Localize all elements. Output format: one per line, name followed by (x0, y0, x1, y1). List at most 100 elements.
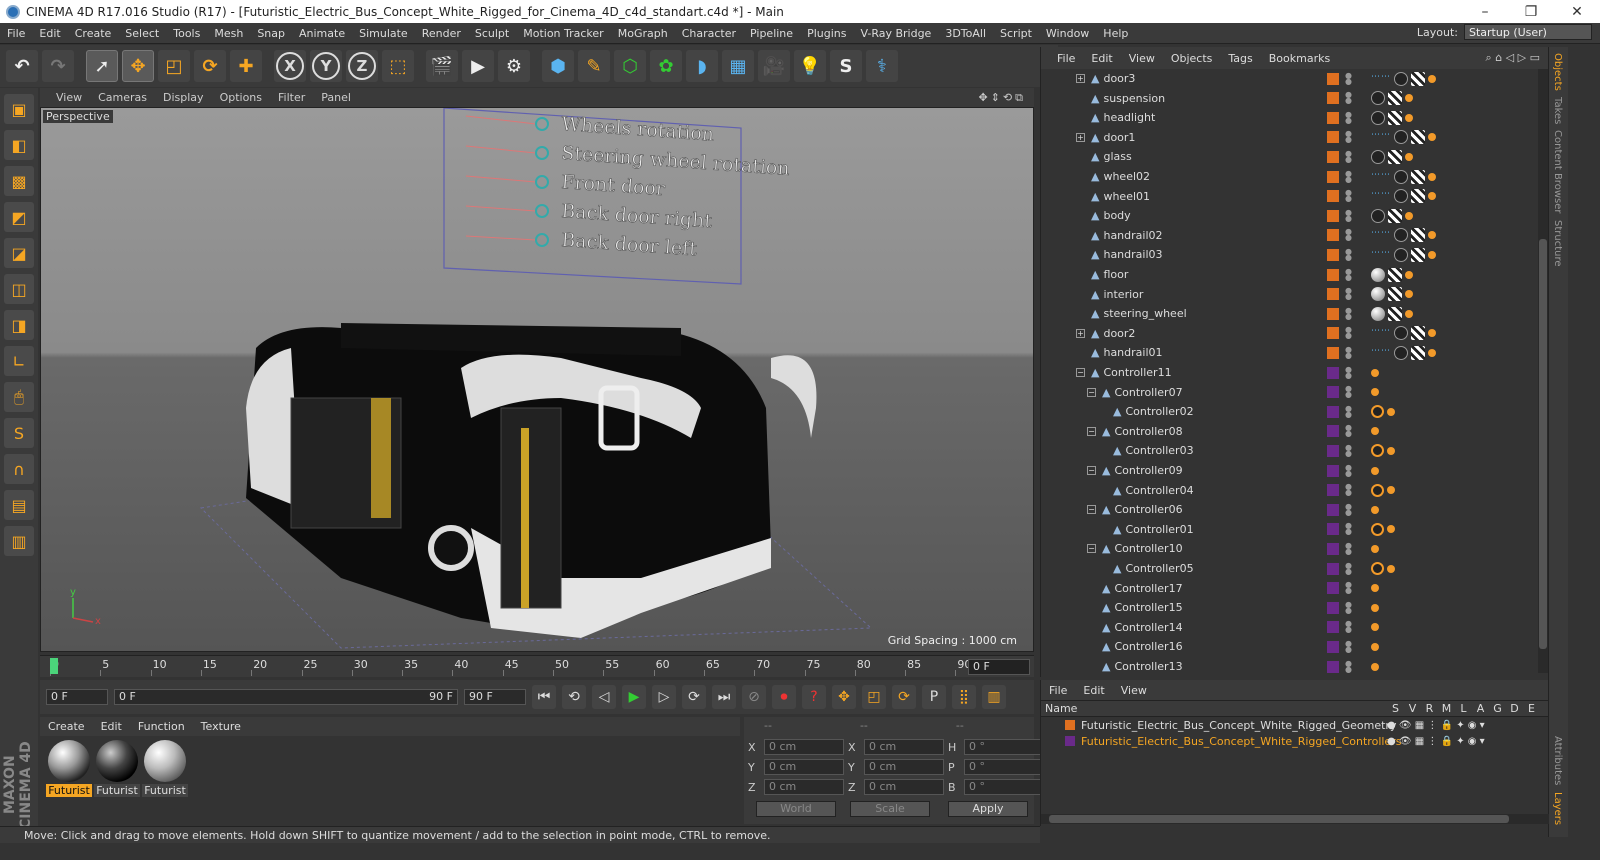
material-swatch[interactable]: Futurist (46, 740, 92, 797)
layer-color-swatch[interactable] (1065, 736, 1075, 746)
texture-tag-icon[interactable] (1388, 91, 1402, 106)
selection-tag-icon[interactable] (1371, 662, 1379, 671)
coord-z-field[interactable]: 0 cm (764, 779, 844, 795)
layout-dropdown[interactable]: Startup (User) (1464, 24, 1592, 40)
end-frame-field[interactable]: 90 F (464, 689, 526, 705)
layer-col-m[interactable]: M (1438, 702, 1455, 715)
expand-toggle-icon[interactable]: − (1087, 426, 1096, 436)
selection-tag-icon[interactable] (1371, 623, 1379, 632)
texture-tag-icon[interactable] (1411, 247, 1425, 262)
selection-tag-icon[interactable] (1428, 192, 1436, 201)
redo-icon[interactable]: ↷ (42, 50, 74, 82)
layer-color-swatch[interactable] (1327, 248, 1339, 261)
selection-tag-icon[interactable] (1387, 486, 1395, 495)
layer-color-swatch[interactable] (1327, 640, 1339, 653)
layer-color-swatch[interactable] (1327, 268, 1339, 281)
layer-color-swatch[interactable] (1327, 209, 1339, 222)
object-row-suspension[interactable]: ▲ suspension ● ● (1041, 89, 1539, 108)
workplane-icon[interactable]: ◩ (4, 202, 34, 232)
layer-col-l[interactable]: L (1455, 702, 1472, 715)
selection-tag-icon[interactable] (1405, 309, 1413, 318)
object-row-interior[interactable]: ▲ interior ● ● (1041, 285, 1539, 304)
coord-y-field[interactable]: 0 cm (764, 759, 844, 775)
texture-mode-icon[interactable]: ▩ (4, 166, 34, 196)
layer-color-swatch[interactable] (1327, 660, 1339, 673)
object-row-handrail03[interactable]: ▲ handrail03 ● ● ⋯⋯ (1041, 245, 1539, 264)
phong-tag-icon[interactable] (1394, 71, 1408, 86)
prev-frame-icon[interactable]: ◁ (592, 685, 616, 709)
layer-color-swatch[interactable] (1327, 131, 1339, 144)
layer-col-e[interactable]: E (1523, 702, 1540, 715)
texture-tag-icon[interactable] (1411, 228, 1425, 243)
light-icon[interactable]: 💡 (794, 50, 826, 82)
visibility-dots-icon[interactable]: ● ● (1345, 247, 1353, 261)
visibility-dots-icon[interactable]: ● ● (1345, 639, 1353, 653)
protection-tag-icon[interactable] (1371, 562, 1384, 575)
object-row-controller07[interactable]: − ▲ Controller07 ● ● (1041, 383, 1539, 402)
start-frame-field[interactable]: 0 F (46, 689, 108, 705)
texture-tag-icon[interactable] (1411, 169, 1425, 184)
x-axis-lock-icon[interactable]: X (276, 52, 304, 80)
selection-tag-icon[interactable] (1428, 348, 1436, 357)
selection-tag-icon[interactable] (1428, 329, 1436, 338)
xpresso-tag-icon[interactable]: ⋯⋯ (1371, 248, 1391, 262)
menu-animate[interactable]: Animate (292, 27, 352, 40)
material-menu-create[interactable]: Create (40, 720, 93, 733)
object-row-controller05[interactable]: ▲ Controller05 ● ● (1041, 559, 1539, 578)
object-row-controller14[interactable]: ▲ Controller14 ● ● (1041, 618, 1539, 637)
coord-p-field[interactable]: 0 ° (964, 759, 1044, 775)
texture-tag-icon[interactable] (1411, 130, 1425, 145)
object-menu-bookmarks[interactable]: Bookmarks (1261, 52, 1338, 65)
layer-col-r[interactable]: R (1421, 702, 1438, 715)
coord-scale-dropdown[interactable]: Scale (850, 801, 930, 817)
material-tag-icon[interactable] (1371, 287, 1385, 302)
frame-ruler[interactable]: 051015202530354045505560657075808590 (50, 656, 971, 678)
object-menu-edit[interactable]: Edit (1083, 52, 1120, 65)
sketch-toon-icon[interactable]: S (830, 50, 862, 82)
controller-knob-icon[interactable] (535, 117, 549, 131)
visibility-dots-icon[interactable]: ● ● (1345, 326, 1353, 340)
texture-tag-icon[interactable] (1388, 110, 1402, 125)
layer-color-swatch[interactable] (1327, 229, 1339, 242)
next-key-icon[interactable]: ⟳ (682, 685, 706, 709)
material-tag-icon[interactable] (1371, 267, 1385, 282)
visibility-dots-icon[interactable]: ● ● (1345, 287, 1353, 301)
visibility-dots-icon[interactable]: ● ● (1345, 404, 1353, 418)
phong-tag-icon[interactable] (1394, 189, 1408, 204)
menu-sculpt[interactable]: Sculpt (468, 27, 516, 40)
texture-tag-icon[interactable] (1411, 326, 1425, 341)
object-row-controller01[interactable]: ▲ Controller01 ● ● (1041, 520, 1539, 539)
snap-icon[interactable]: S (4, 418, 34, 448)
coord-h-field[interactable]: 0 ° (964, 739, 1044, 755)
expand-toggle-icon[interactable]: + (1076, 132, 1085, 142)
visibility-dots-icon[interactable]: ● ● (1345, 365, 1353, 379)
phong-tag-icon[interactable] (1394, 247, 1408, 262)
next-frame-icon[interactable]: ▷ (652, 685, 676, 709)
visibility-dots-icon[interactable]: ● ● (1345, 424, 1353, 438)
object-row-controller16[interactable]: ▲ Controller16 ● ● (1041, 637, 1539, 656)
visibility-dots-icon[interactable]: ● ● (1345, 71, 1353, 85)
expand-toggle-icon[interactable]: − (1087, 544, 1096, 554)
timeline-window-icon[interactable]: ▥ (982, 685, 1006, 709)
selection-tag-icon[interactable] (1371, 388, 1379, 397)
visibility-dots-icon[interactable]: ● ● (1345, 228, 1353, 242)
texture-tag-icon[interactable] (1388, 208, 1402, 223)
phong-tag-icon[interactable] (1394, 130, 1408, 145)
visibility-dots-icon[interactable]: ● ● (1345, 385, 1353, 399)
object-menu-file[interactable]: File (1049, 52, 1083, 65)
side-tab-objects[interactable]: Objects (1552, 53, 1563, 91)
menu-character[interactable]: Character (675, 27, 743, 40)
protection-tag-icon[interactable] (1371, 522, 1384, 536)
layer-color-swatch[interactable] (1327, 386, 1339, 399)
coord-mode-dropdown[interactable]: World (756, 801, 836, 817)
menu-mograph[interactable]: MoGraph (611, 27, 675, 40)
menu-mesh[interactable]: Mesh (207, 27, 250, 40)
play-icon[interactable]: ▶ (622, 685, 646, 709)
visibility-dots-icon[interactable]: ● ● (1345, 110, 1353, 124)
visibility-dots-icon[interactable]: ● ● (1345, 600, 1353, 614)
autokey-icon[interactable]: ? (802, 685, 826, 709)
selection-tag-icon[interactable] (1428, 250, 1436, 259)
autokey-off-icon[interactable]: ⊘ (742, 685, 766, 709)
layer-col-d[interactable]: D (1506, 702, 1523, 715)
controller-knob-icon[interactable] (535, 175, 549, 189)
